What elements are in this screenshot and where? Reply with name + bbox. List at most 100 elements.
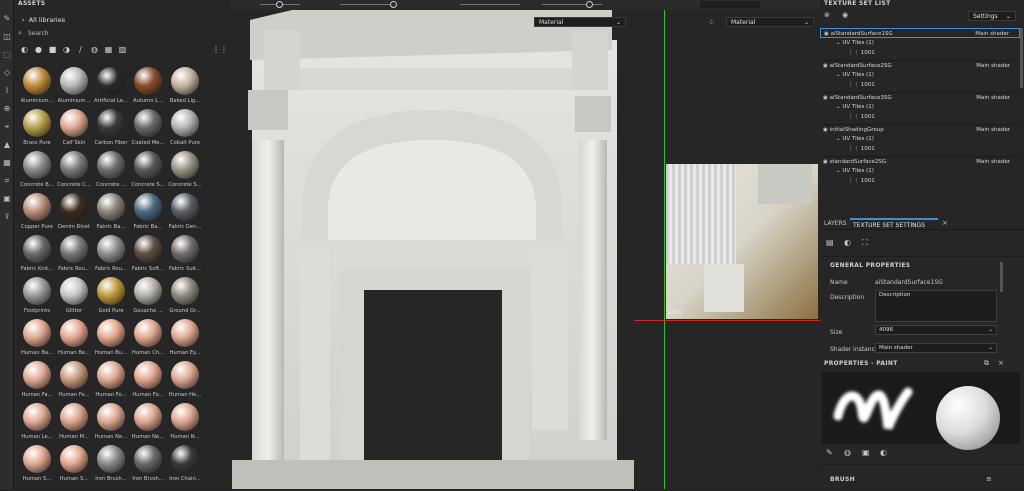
asset-item[interactable]: Calf Skin bbox=[55, 108, 93, 150]
flow-slider[interactable] bbox=[340, 4, 390, 5]
tsl-settings-dropdown[interactable]: Settings ⌄ bbox=[968, 11, 1016, 21]
uv-tile-row[interactable]: ⋮⋮ 1001 bbox=[820, 144, 1020, 154]
filter-grid-icon[interactable]: ▦ bbox=[104, 45, 113, 54]
asset-item[interactable]: Fabric Den... bbox=[166, 192, 204, 234]
texture-set-row[interactable]: ◉ aiStandardSurface2SG Main shader bbox=[820, 60, 1020, 70]
asset-item[interactable]: Concrete C... bbox=[55, 150, 93, 192]
asset-item[interactable]: Human Ch... bbox=[129, 318, 167, 360]
procedural-filter-icon[interactable]: ◑ bbox=[62, 45, 71, 54]
asset-item[interactable]: Artificial Le... bbox=[92, 66, 130, 108]
particle-filter-icon[interactable]: ◍ bbox=[90, 45, 99, 54]
alpha-icon[interactable]: ◍ bbox=[844, 448, 851, 457]
pin-icon[interactable]: ⧉ bbox=[984, 359, 989, 368]
viewport-mode-dropdown[interactable]: Material ⌄ bbox=[534, 17, 626, 27]
asset-item[interactable]: Fabric Soft... bbox=[129, 234, 167, 276]
eye-icon[interactable]: ◉ bbox=[823, 95, 828, 101]
asset-item[interactable]: Glitter bbox=[55, 276, 93, 318]
asset-item[interactable]: Human Ne... bbox=[92, 402, 130, 444]
texture-set-row[interactable]: ◉ standardSurface2SG Main shader bbox=[820, 156, 1020, 166]
asset-item[interactable]: Iron Chain... bbox=[166, 444, 204, 486]
brush-filter-icon[interactable]: / bbox=[76, 45, 85, 54]
texture-set-row[interactable]: ◉ aiStandardSurface3SG Main shader bbox=[820, 92, 1020, 102]
view-grid-icon[interactable]: ⋮⋮ bbox=[212, 45, 228, 54]
tab-texture-set-settings[interactable]: TEXTURE SET SETTINGS bbox=[850, 218, 938, 230]
uv-tile-row[interactable]: ⋮⋮ 1001 bbox=[820, 112, 1020, 122]
description-field[interactable]: Description bbox=[875, 290, 997, 322]
brush-icon[interactable]: ✎ bbox=[826, 448, 833, 457]
search-input[interactable]: Search bbox=[28, 30, 49, 37]
asset-item[interactable]: Gouache ... bbox=[129, 276, 167, 318]
uv-tiles-row[interactable]: ⌄ UV Tiles (1) bbox=[820, 38, 1020, 48]
uv-tile-row[interactable]: ⋮⋮ 1001 bbox=[820, 48, 1020, 58]
asset-item[interactable]: Ground Gr... bbox=[166, 276, 204, 318]
asset-item[interactable]: Iron Brush... bbox=[92, 444, 130, 486]
asset-item[interactable]: Human S... bbox=[18, 444, 56, 486]
asset-item[interactable]: Footprints bbox=[18, 276, 56, 318]
asset-item[interactable]: Concrete ... bbox=[92, 150, 130, 192]
asset-item[interactable]: Cobalt Pure bbox=[166, 108, 204, 150]
spacing-slider[interactable] bbox=[460, 4, 520, 5]
eye-icon[interactable]: ◉ bbox=[842, 11, 848, 19]
uv-tiles-row[interactable]: ⌄ UV Tiles (1) bbox=[820, 102, 1020, 112]
material-icon[interactable]: ◐ bbox=[880, 448, 887, 457]
2d-uv-viewport[interactable]: 1001 ⁘ Material ⌄ bbox=[634, 10, 820, 489]
asset-item[interactable]: Aluminium... bbox=[18, 66, 56, 108]
asset-item[interactable]: Autumn L... bbox=[129, 66, 167, 108]
slider-handle[interactable] bbox=[276, 1, 283, 8]
camera-icon[interactable]: ▣ bbox=[2, 194, 12, 204]
search-field[interactable]: ⌕ Search bbox=[18, 29, 224, 40]
texture-set-row[interactable]: ◉ aiStandardSurface1SG Main shader bbox=[820, 28, 1020, 38]
asset-item[interactable]: Human He... bbox=[166, 360, 204, 402]
asset-item[interactable]: Baked Lig... bbox=[166, 66, 204, 108]
asset-item[interactable]: Human Le... bbox=[18, 402, 56, 444]
asset-item[interactable]: Copper Pure bbox=[18, 192, 56, 234]
asset-item[interactable]: Carbon Fiber bbox=[92, 108, 130, 150]
uv-tiles-row[interactable]: ⌄ UV Tiles (1) bbox=[820, 70, 1020, 80]
asset-item[interactable]: Concrete S... bbox=[166, 150, 204, 192]
asset-item[interactable]: Fabric Rou... bbox=[55, 234, 93, 276]
eye-icon[interactable]: ◉ bbox=[823, 127, 828, 133]
uv-mode-dropdown[interactable]: Material ⌄ bbox=[726, 17, 814, 27]
environment-filter-icon[interactable]: ▨ bbox=[118, 45, 127, 54]
asset-item[interactable]: Aluminium... bbox=[55, 66, 93, 108]
smart-material-filter-icon[interactable]: ● bbox=[34, 45, 43, 54]
asset-item[interactable]: Fabric Rou... bbox=[92, 234, 130, 276]
smudge-icon[interactable]: ⌇ bbox=[2, 86, 12, 96]
paint-brush-icon[interactable]: ✎ bbox=[2, 14, 12, 24]
asset-item[interactable]: Human Ba... bbox=[18, 318, 56, 360]
props-scrollbar[interactable] bbox=[1000, 262, 1003, 292]
tsl-scrollbar[interactable] bbox=[1020, 28, 1023, 88]
library-selector[interactable]: › All libraries bbox=[22, 16, 65, 24]
asset-item[interactable]: Human Ey... bbox=[166, 318, 204, 360]
asset-item[interactable]: Fabric Knit... bbox=[18, 234, 56, 276]
texture-set-row[interactable]: ◉ initialShadingGroup Main shader bbox=[820, 124, 1020, 134]
export-icon[interactable]: ⇪ bbox=[2, 212, 12, 222]
asset-item[interactable]: Human Fe... bbox=[55, 360, 93, 402]
projection-icon[interactable]: ⬚ bbox=[2, 50, 12, 60]
asset-item[interactable]: Human M... bbox=[55, 402, 93, 444]
asset-item[interactable]: Coated Me... bbox=[129, 108, 167, 150]
stencil-icon[interactable]: ▣ bbox=[862, 448, 870, 457]
asset-item[interactable]: Human Ne... bbox=[129, 402, 167, 444]
eraser-icon[interactable]: ◫ bbox=[2, 32, 12, 42]
bake-icon[interactable]: ▦ bbox=[2, 158, 12, 168]
asset-item[interactable]: Fabric Ba... bbox=[129, 192, 167, 234]
viewer-settings-icon[interactable]: ⁘ bbox=[708, 18, 715, 27]
asset-item[interactable]: Denim Rivet bbox=[55, 192, 93, 234]
asset-item[interactable]: Human Be... bbox=[55, 318, 93, 360]
asset-item[interactable]: Human S... bbox=[55, 444, 93, 486]
shader-instance-dropdown[interactable]: Main shader ⌄ bbox=[875, 343, 997, 353]
asset-item[interactable]: Human N... bbox=[166, 402, 204, 444]
asset-item[interactable]: Human Fo... bbox=[129, 360, 167, 402]
close-icon[interactable]: × bbox=[942, 219, 948, 227]
slider-handle[interactable] bbox=[390, 1, 397, 8]
uv-tile-row[interactable]: ⋮⋮ 1001 bbox=[820, 80, 1020, 90]
toolbar-field[interactable] bbox=[700, 1, 760, 8]
asset-item[interactable]: Human Fo... bbox=[92, 360, 130, 402]
asset-item[interactable]: Fabric Suit... bbox=[166, 234, 204, 276]
stroke-slider[interactable] bbox=[542, 4, 602, 5]
measure-icon[interactable]: ⌗ bbox=[2, 176, 12, 186]
layer-mode-icon[interactable]: ⊗ bbox=[824, 11, 830, 19]
asset-item[interactable]: Human Fa... bbox=[18, 360, 56, 402]
asset-item[interactable]: Gold Pure bbox=[92, 276, 130, 318]
